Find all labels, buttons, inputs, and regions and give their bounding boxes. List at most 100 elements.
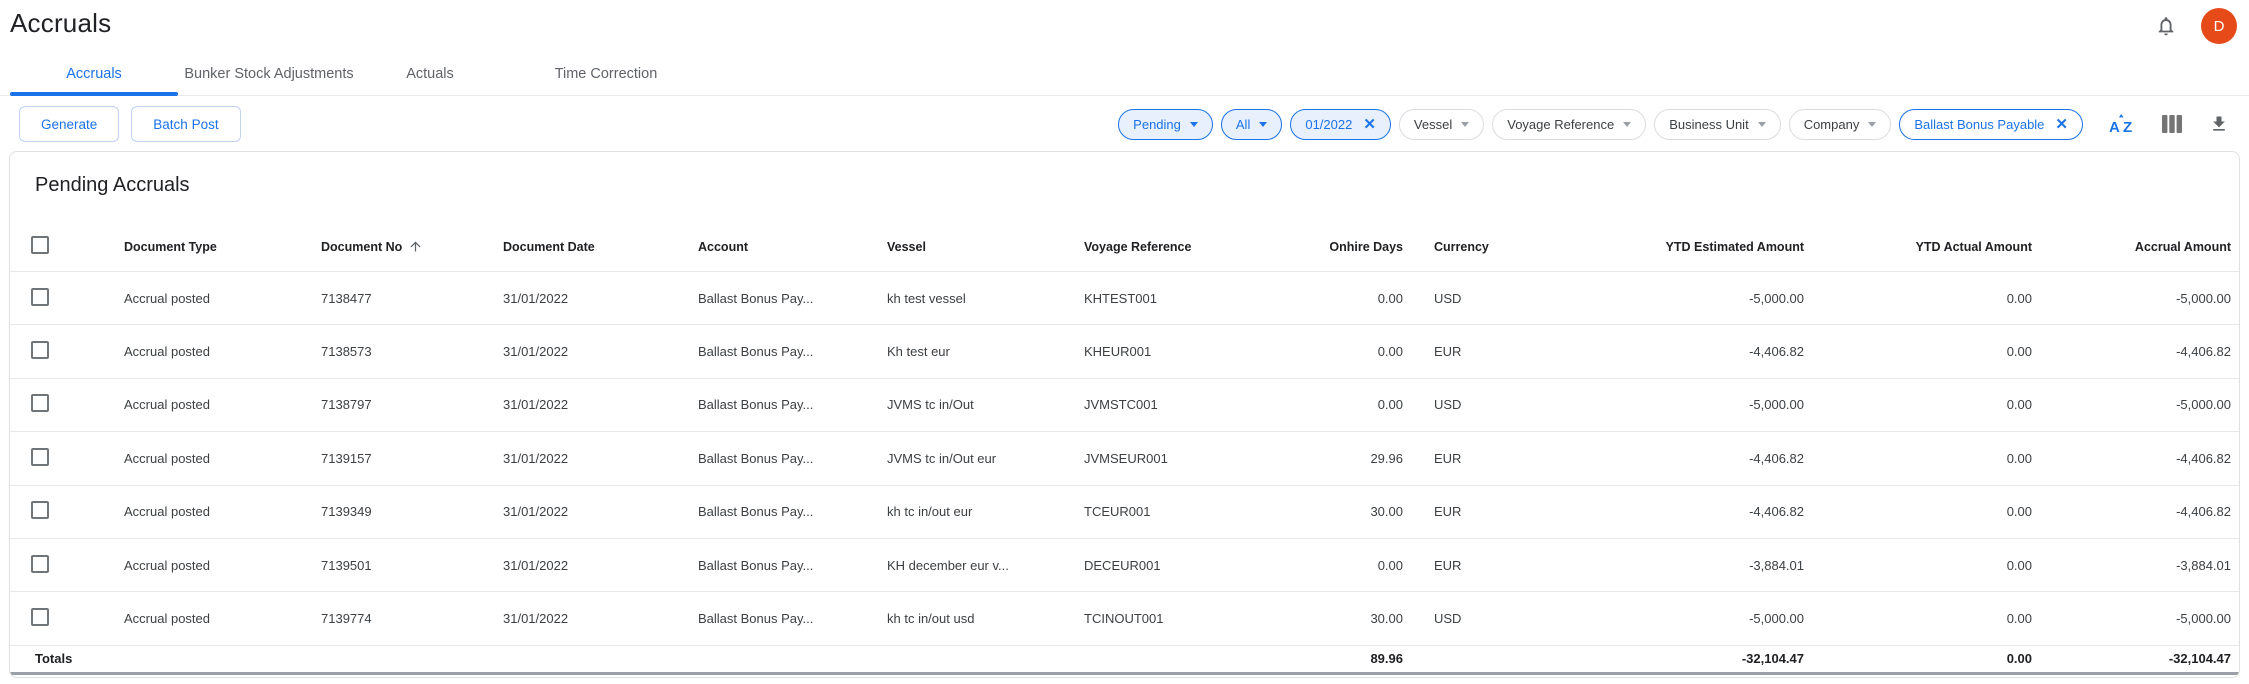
tab-time-correction[interactable]: Time Correction [500,52,712,95]
cell-voyage-reference: TCINOUT001 [1084,611,1290,626]
cell-ytd-actual-amount: 0.00 [1814,504,2042,519]
cell-ytd-estimated-amount: -5,000.00 [1610,291,1814,306]
close-icon[interactable]: ✕ [2055,117,2068,132]
sort-ascending-icon [408,239,423,254]
row-checkbox[interactable] [31,555,49,573]
filter-business-unit[interactable]: Business Unit [1654,109,1780,140]
cell-ytd-estimated-amount: -5,000.00 [1610,397,1814,412]
column-header-currency[interactable]: Currency [1413,240,1610,254]
totals-ytd-estimated-amount: -32,104.47 [1610,651,1814,666]
column-header-account[interactable]: Account [698,240,887,254]
column-header-accrual-amount[interactable]: Accrual Amount [2042,240,2239,254]
cell-onhire-days: 0.00 [1290,558,1413,573]
tab-bunker-stock-adjustments[interactable]: Bunker Stock Adjustments [178,52,360,95]
table-title: Pending Accruals [10,152,2239,222]
cell-document-date: 31/01/2022 [503,611,698,626]
column-header-document-date[interactable]: Document Date [503,240,698,254]
cell-ytd-estimated-amount: -4,406.82 [1610,504,1814,519]
cell-currency: EUR [1413,451,1610,466]
cell-document-type: Accrual posted [124,397,321,412]
cell-document-date: 31/01/2022 [503,504,698,519]
row-checkbox[interactable] [31,288,49,306]
totals-accrual-amount: -32,104.47 [2042,651,2239,666]
column-header-voyage-reference[interactable]: Voyage Reference [1084,240,1290,254]
filter-voyage-reference[interactable]: Voyage Reference [1492,109,1646,140]
cell-vessel: JVMS tc in/Out [887,397,1084,412]
toolbar: Generate Batch Post Pending All 01/2022 … [0,96,2249,151]
cell-document-date: 31/01/2022 [503,397,698,412]
filter-scope[interactable]: All [1221,109,1282,140]
column-header-vessel[interactable]: Vessel [887,240,1084,254]
cell-account: Ballast Bonus Pay... [698,291,887,306]
cell-voyage-reference: TCEUR001 [1084,504,1290,519]
cell-document-no: 7139349 [321,504,503,519]
cell-document-no: 7138477 [321,291,503,306]
totals-onhire-days: 89.96 [1290,651,1413,666]
cell-document-date: 31/01/2022 [503,558,698,573]
tab-accruals[interactable]: Accruals [10,52,178,95]
cell-accrual-amount: -5,000.00 [2042,291,2239,306]
row-checkbox[interactable] [31,341,49,359]
column-header-ytd-estimated-amount[interactable]: YTD Estimated Amount [1610,240,1814,254]
filter-vessel[interactable]: Vessel [1399,109,1484,140]
columns-icon[interactable] [2161,114,2183,134]
cell-accrual-amount: -4,406.82 [2042,451,2239,466]
cell-document-type: Accrual posted [124,611,321,626]
close-icon[interactable]: ✕ [1363,117,1376,132]
chevron-down-icon [1461,122,1469,127]
chevron-down-icon [1259,122,1267,127]
cell-currency: EUR [1413,558,1610,573]
user-avatar[interactable]: D [2201,8,2237,44]
row-checkbox[interactable] [31,448,49,466]
table-row: Accrual posted713857331/01/2022Ballast B… [10,324,2239,377]
cell-ytd-actual-amount: 0.00 [1814,451,2042,466]
cell-document-date: 31/01/2022 [503,344,698,359]
notifications-bell-icon[interactable] [2155,15,2177,37]
cell-ytd-actual-amount: 0.00 [1814,344,2042,359]
cell-onhire-days: 30.00 [1290,611,1413,626]
cell-voyage-reference: KHTEST001 [1084,291,1290,306]
column-header-onhire-days[interactable]: Onhire Days [1290,240,1413,254]
filter-status[interactable]: Pending [1118,109,1213,140]
cell-document-type: Accrual posted [124,291,321,306]
cell-document-type: Accrual posted [124,344,321,359]
cell-accrual-amount: -5,000.00 [2042,397,2239,412]
row-checkbox[interactable] [31,394,49,412]
cell-document-type: Accrual posted [124,451,321,466]
column-header-document-type[interactable]: Document Type [124,240,321,254]
cell-voyage-reference: JVMSEUR001 [1084,451,1290,466]
select-all-checkbox[interactable] [31,236,49,254]
download-icon[interactable] [2209,114,2229,134]
cell-vessel: kh tc in/out usd [887,611,1084,626]
filter-account-ballast-bonus-payable[interactable]: Ballast Bonus Payable ✕ [1899,109,2083,140]
cell-onhire-days: 0.00 [1290,397,1413,412]
svg-text:A: A [2109,119,2120,135]
cell-account: Ballast Bonus Pay... [698,397,887,412]
sort-alphabetical-icon[interactable]: A Z [2109,113,2135,135]
cell-currency: USD [1413,611,1610,626]
cell-vessel: KH december eur v... [887,558,1084,573]
table-row: Accrual posted713977431/01/2022Ballast B… [10,591,2239,644]
cell-document-no: 7138573 [321,344,503,359]
generate-button[interactable]: Generate [19,106,119,142]
filter-period[interactable]: 01/2022 ✕ [1290,109,1391,140]
cell-currency: EUR [1413,344,1610,359]
column-header-ytd-actual-amount[interactable]: YTD Actual Amount [1814,240,2042,254]
table-row: Accrual posted713879731/01/2022Ballast B… [10,378,2239,431]
cell-currency: USD [1413,291,1610,306]
tab-actuals[interactable]: Actuals [360,52,500,95]
column-header-document-no[interactable]: Document No [321,239,503,254]
filter-company[interactable]: Company [1789,109,1892,140]
cell-accrual-amount: -5,000.00 [2042,611,2239,626]
cell-account: Ballast Bonus Pay... [698,344,887,359]
cell-voyage-reference: JVMSTC001 [1084,397,1290,412]
cell-ytd-actual-amount: 0.00 [1814,291,2042,306]
cell-account: Ballast Bonus Pay... [698,504,887,519]
top-bar: Accruals D [0,0,2249,48]
cell-vessel: Kh test eur [887,344,1084,359]
cell-onhire-days: 29.96 [1290,451,1413,466]
batch-post-button[interactable]: Batch Post [131,106,240,142]
row-checkbox[interactable] [31,608,49,626]
row-checkbox[interactable] [31,501,49,519]
cell-document-no: 7138797 [321,397,503,412]
